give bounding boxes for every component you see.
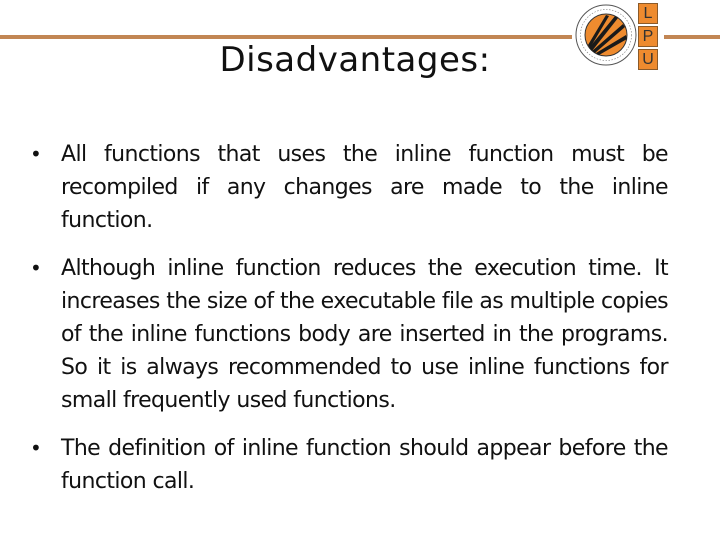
bullet-icon: • [30, 256, 42, 280]
bullet-list: • All functions that uses the inline fun… [28, 138, 669, 513]
header-rule-right [664, 35, 720, 39]
bullet-icon: • [30, 436, 42, 460]
bullet-text: The definition of inline function should… [61, 436, 669, 494]
bullet-item: • The definition of inline function shou… [28, 432, 669, 498]
header-rule-left [0, 35, 572, 39]
bullet-item: • All functions that uses the inline fun… [28, 138, 669, 237]
bullet-icon: • [30, 142, 42, 166]
slide-title: Disadvantages: [219, 40, 491, 80]
logo-letter: L [638, 3, 658, 24]
bullet-item: • Although inline function reduces the e… [28, 252, 669, 417]
bullet-text: All functions that uses the inline funct… [61, 142, 669, 233]
bullet-text: Although inline function reduces the exe… [61, 256, 669, 413]
